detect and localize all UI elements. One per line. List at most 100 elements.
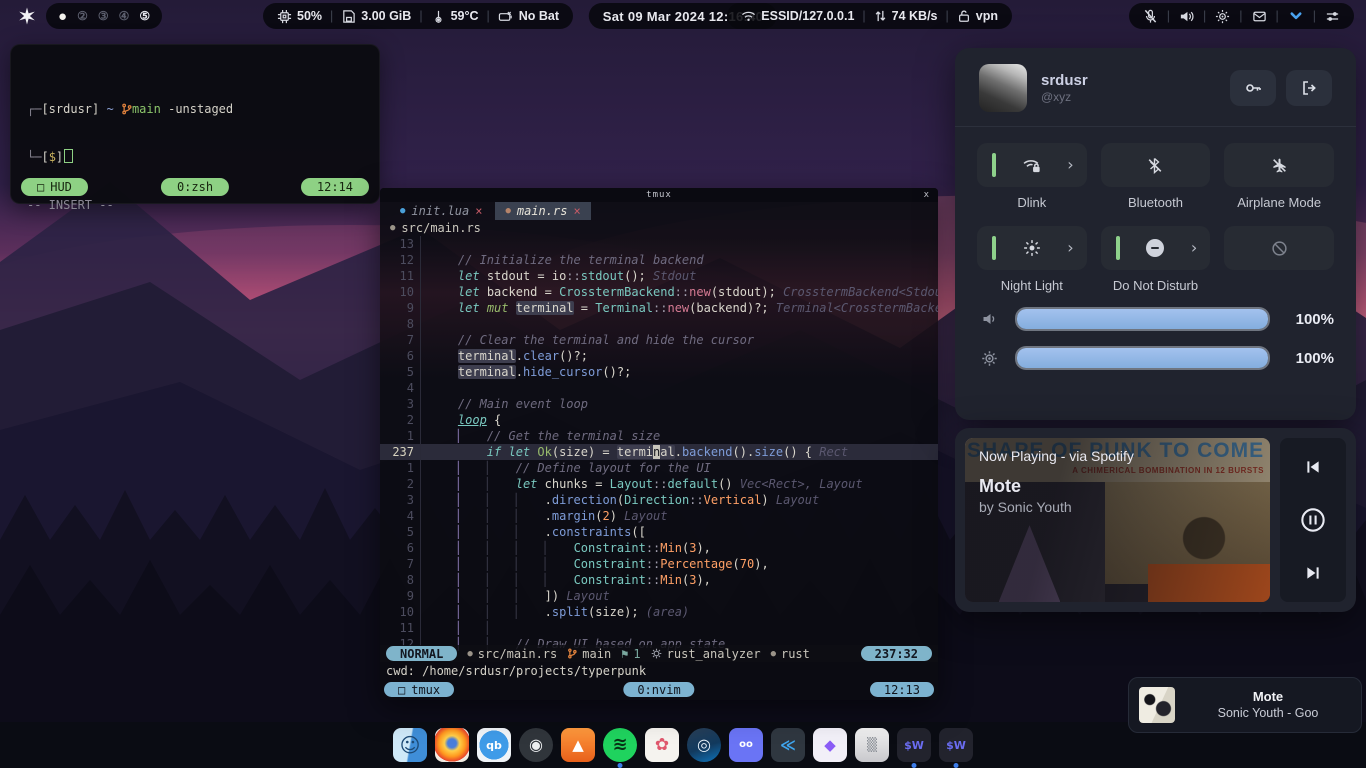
- code-line: 6 terminal.clear()?;: [380, 348, 938, 364]
- git-branch-icon: [567, 648, 577, 659]
- wezterm-2-icon[interactable]: $W: [939, 728, 973, 762]
- photos-icon[interactable]: ✿: [645, 728, 679, 762]
- editor-window[interactable]: tmux x ● init.lua × ● main.rs × ● src/ma…: [380, 188, 938, 700]
- media-player-card: SHAPE OF PUNK TO COME A CHIMERICAL BOMBI…: [955, 428, 1356, 612]
- wifi-icon: [741, 9, 756, 23]
- memory-stat: 3.00 GiB: [341, 9, 411, 24]
- window-close-button[interactable]: x: [924, 190, 930, 200]
- code-line: 4 ▏ ▏ ▏ .margin(2) Layout: [380, 508, 938, 524]
- bluetooth-off-icon: [1147, 157, 1163, 174]
- tmux-session-pill[interactable]: □tmux: [384, 682, 454, 697]
- trash-icon[interactable]: ▒: [855, 728, 889, 762]
- user-card: srdusr @xyz: [955, 48, 1356, 126]
- volume-slider[interactable]: [1015, 307, 1270, 331]
- file-manager-icon[interactable]: ☺: [393, 728, 427, 762]
- wifi-stat: ESSID/127.0.0.1: [741, 9, 854, 23]
- pause-button[interactable]: [1300, 507, 1326, 533]
- hud-session-pill[interactable]: □HUD: [21, 178, 88, 196]
- previous-track-button[interactable]: [1304, 458, 1322, 476]
- workspace-switcher: ● ②③④⑤: [46, 3, 162, 29]
- window-icon: □: [398, 683, 405, 697]
- toggle-wifi-dlink[interactable]: ›: [977, 143, 1087, 187]
- mail-icon[interactable]: [1252, 9, 1267, 24]
- terminal-cursor: [64, 149, 73, 163]
- chevron-right-icon: ›: [1191, 240, 1197, 256]
- toggle-label: Airplane Mode: [1237, 195, 1321, 210]
- temperature-value: 59°C: [451, 9, 479, 23]
- obs-studio-icon[interactable]: ◉: [519, 728, 553, 762]
- spotify-icon[interactable]: ≋: [603, 728, 637, 762]
- volume-slider-fill: [1017, 309, 1268, 329]
- workspace-1[interactable]: ●: [58, 9, 67, 24]
- code-line: 3 ▏ ▏ ▏ .direction(Direction::Vertical) …: [380, 492, 938, 508]
- flag-icon: ⚑: [621, 647, 628, 661]
- essid-value: ESSID/127.0.0.1: [761, 9, 854, 23]
- volume-icon[interactable]: [1179, 9, 1194, 24]
- toggle-airplane-mode[interactable]: [1224, 143, 1334, 187]
- vi-mode-indicator: -- INSERT --: [27, 197, 363, 213]
- wezterm-1-icon[interactable]: $W: [897, 728, 931, 762]
- qbittorrent-icon[interactable]: qb: [477, 728, 511, 762]
- obsidian-icon[interactable]: ◆: [813, 728, 847, 762]
- window-titlebar[interactable]: tmux x: [380, 188, 938, 202]
- rust-file-icon: ●: [505, 206, 510, 216]
- pause-circle-icon: [1300, 507, 1326, 533]
- code-line: 11 ▏ ▏: [380, 620, 938, 636]
- toggle-night-light[interactable]: ›: [977, 226, 1087, 270]
- vpn-stat: vpn: [957, 9, 998, 23]
- previous-icon: [1304, 458, 1322, 476]
- statusline-diagnostics: ⚑1: [621, 647, 640, 661]
- media-notification[interactable]: Mote Sonic Youth - Goo: [1128, 677, 1362, 733]
- code-line: 1 ▏ // Get the terminal size: [380, 428, 938, 444]
- tab-close-icon[interactable]: ×: [475, 204, 482, 218]
- microphone-muted-icon[interactable]: [1143, 9, 1158, 24]
- workspace-5[interactable]: ⑤: [139, 10, 150, 22]
- toggle-do-not-disturb[interactable]: ›: [1101, 226, 1211, 270]
- sliders: 100% 100%: [955, 293, 1356, 370]
- hud-terminal-window[interactable]: ┌─[srdusr] ~ main -unstaged └─[$] -- INS…: [10, 44, 380, 204]
- brightness-slider[interactable]: [1015, 346, 1270, 370]
- logo-star-icon: [18, 7, 36, 25]
- workspace-3[interactable]: ③: [98, 10, 109, 22]
- desktop: ●②③④⑤ 50% | 3.00 GiB | 59: [0, 0, 1366, 768]
- running-indicator: [954, 763, 959, 768]
- vscode-icon[interactable]: ≪: [771, 728, 805, 762]
- gear-icon: [651, 648, 662, 659]
- code-line: 13: [380, 236, 938, 252]
- workspace-2[interactable]: ②: [77, 10, 88, 22]
- code-line: 9 let mut terminal = Terminal::new(backe…: [380, 300, 938, 316]
- toggle-bluetooth[interactable]: [1101, 143, 1211, 187]
- tmux-status-bar: □tmux 0:nvim 12:13: [384, 682, 934, 697]
- updates-chevron-icon[interactable]: [1288, 9, 1304, 23]
- workspace-4[interactable]: ④: [119, 10, 130, 22]
- tab-main-rs[interactable]: ● main.rs ×: [495, 202, 590, 220]
- logout-button[interactable]: [1286, 70, 1332, 106]
- discord-icon[interactable]: oo: [729, 728, 763, 762]
- quick-settings-icon[interactable]: [1325, 9, 1340, 24]
- top-bar: ●②③④⑤ 50% | 3.00 GiB | 59: [0, 0, 1366, 32]
- code-area[interactable]: 1312 // Initialize the terminal backend1…: [380, 236, 938, 652]
- hud-window-pill[interactable]: 0:zsh: [161, 178, 229, 196]
- tab-init-lua[interactable]: ● init.lua ×: [390, 202, 492, 220]
- tab-close-icon[interactable]: ×: [573, 204, 580, 218]
- code-line: 7 ▏ ▏ ▏ ▏ Constraint::Percentage(70),: [380, 556, 938, 572]
- firefox-icon[interactable]: [435, 728, 469, 762]
- code-line: 7 // Clear the terminal and hide the cur…: [380, 332, 938, 348]
- lock-keys-button[interactable]: [1230, 70, 1276, 106]
- next-track-button[interactable]: [1304, 564, 1322, 582]
- network-status[interactable]: ESSID/127.0.0.1 | 74 KB/s | vpn: [727, 3, 1012, 29]
- code-line: 2 loop {: [380, 412, 938, 428]
- code-line: 4: [380, 380, 938, 396]
- avatar: [979, 64, 1027, 112]
- user-names: srdusr @xyz: [1041, 72, 1088, 104]
- toggle-label: Bluetooth: [1128, 195, 1183, 210]
- battery-stat: No Bat: [498, 9, 559, 24]
- prompt-line-1: ┌─[srdusr] ~ main -unstaged: [27, 101, 363, 117]
- tmux-window-pill[interactable]: 0:nvim: [623, 682, 694, 697]
- brightness-icon[interactable]: [1215, 9, 1230, 24]
- vlc-icon[interactable]: ▲: [561, 728, 595, 762]
- media-controls: [1280, 438, 1346, 602]
- rust-file-icon: ●: [390, 223, 395, 233]
- toggle-blocked[interactable]: [1224, 226, 1334, 270]
- steam-icon[interactable]: ◎: [687, 728, 721, 762]
